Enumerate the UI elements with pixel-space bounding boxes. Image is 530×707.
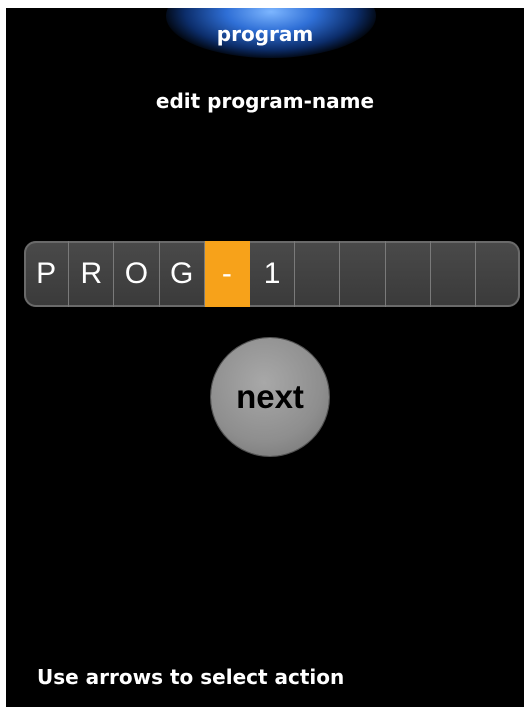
device-screen: program edit program-name P R O G - 1 ne…: [6, 8, 524, 707]
name-char-cell[interactable]: P: [24, 241, 70, 307]
footer-hint: Use arrows to select action: [37, 665, 345, 689]
name-char-cell[interactable]: 1: [250, 241, 296, 307]
name-char-cell[interactable]: O: [114, 241, 160, 307]
name-char-cell[interactable]: [295, 241, 341, 307]
program-name-editor[interactable]: P R O G - 1: [24, 241, 520, 307]
next-button[interactable]: next: [211, 338, 329, 456]
name-char-cell[interactable]: [340, 241, 386, 307]
name-char-cell[interactable]: G: [160, 241, 205, 307]
name-char-cell[interactable]: [431, 241, 476, 307]
screen-subtitle: edit program-name: [155, 89, 375, 113]
name-char-cell[interactable]: [476, 241, 520, 307]
screen-title: program: [216, 22, 314, 46]
name-char-cell[interactable]: R: [69, 241, 115, 307]
name-char-cell[interactable]: [386, 241, 431, 307]
name-char-cell-selected[interactable]: -: [204, 241, 250, 307]
